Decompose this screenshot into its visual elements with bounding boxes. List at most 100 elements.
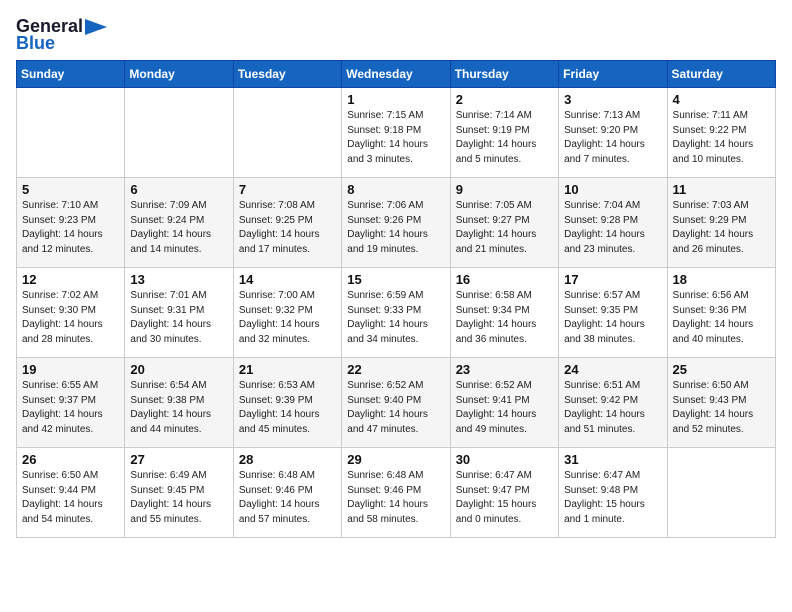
- calendar-empty-cell: [667, 448, 775, 538]
- calendar-day-14: 14Sunrise: 7:00 AM Sunset: 9:32 PM Dayli…: [233, 268, 341, 358]
- calendar-day-21: 21 Sunrise: 6:53 AM Sunset: 9:39 PM Dayli…: [233, 358, 341, 448]
- day-number: 2: [456, 92, 553, 107]
- calendar-day-17: 17 Sunrise: 6:57 AM Sunset: 9:35 PM Dayli…: [559, 268, 667, 358]
- day-number: 13: [130, 272, 227, 287]
- day-info: Sunrise: 6:47 AM Sunset: 9:48 PM Dayligh…: [564, 469, 661, 527]
- calendar-day-1: 1 Sunrise: 7:15 AM Sunset: 9:18 PM Daylig…: [342, 88, 450, 178]
- calendar-day-3: 3 Sunrise: 7:13 AM Sunset: 9:20 PM Daylig…: [559, 88, 667, 178]
- day-number: 28: [239, 452, 336, 467]
- weekday-header-sunday: Sunday: [17, 61, 125, 88]
- day-info: Sunrise: 7:08 AM Sunset: 9:25 PM Dayligh…: [239, 199, 336, 257]
- day-number: 23: [456, 362, 553, 377]
- day-number: 12: [22, 272, 119, 287]
- calendar-day-2: 2Sunrise: 7:14 AM Sunset: 9:19 PM Daylig…: [450, 88, 558, 178]
- day-info: Sunrise: 6:59 AM Sunset: 9:33 PM Dayligh…: [347, 289, 444, 347]
- calendar-day-29: 29 Sunrise: 6:48 AM Sunset: 9:46 PM Dayli…: [342, 448, 450, 538]
- day-info: Sunrise: 7:09 AM Sunset: 9:24 PM Dayligh…: [130, 199, 227, 257]
- day-number: 8: [347, 182, 444, 197]
- calendar-day-30: 30Sunrise: 6:47 AM Sunset: 9:47 PM Dayli…: [450, 448, 558, 538]
- weekday-header-saturday: Saturday: [667, 61, 775, 88]
- day-info: Sunrise: 6:57 AM Sunset: 9:35 PM Dayligh…: [564, 289, 661, 347]
- day-number: 27: [130, 452, 227, 467]
- calendar-day-28: 28 Sunrise: 6:48 AM Sunset: 9:46 PM Dayli…: [233, 448, 341, 538]
- day-number: 6: [130, 182, 227, 197]
- weekday-header-thursday: Thursday: [450, 61, 558, 88]
- calendar-day-23: 23 Sunrise: 6:52 AM Sunset: 9:41 PM Dayli…: [450, 358, 558, 448]
- day-info: Sunrise: 7:04 AM Sunset: 9:28 PM Dayligh…: [564, 199, 661, 257]
- day-info: Sunrise: 6:49 AM Sunset: 9:45 PM Dayligh…: [130, 469, 227, 527]
- page-header: General Blue: [16, 16, 776, 54]
- day-number: 19: [22, 362, 119, 377]
- calendar-week-row: 26 Sunrise: 6:50 AM Sunset: 9:44 PM Dayli…: [17, 448, 776, 538]
- day-info: Sunrise: 7:15 AM Sunset: 9:18 PM Dayligh…: [347, 109, 444, 167]
- day-info: Sunrise: 7:11 AM Sunset: 9:22 PM Dayligh…: [673, 109, 770, 167]
- day-info: Sunrise: 7:01 AM Sunset: 9:31 PM Dayligh…: [130, 289, 227, 347]
- day-info: Sunrise: 6:54 AM Sunset: 9:38 PM Dayligh…: [130, 379, 227, 437]
- day-number: 29: [347, 452, 444, 467]
- day-info: Sunrise: 7:03 AM Sunset: 9:29 PM Dayligh…: [673, 199, 770, 257]
- calendar-day-11: 11 Sunrise: 7:03 AM Sunset: 9:29 PM Dayli…: [667, 178, 775, 268]
- day-number: 3: [564, 92, 661, 107]
- logo-flag-icon: [85, 19, 107, 35]
- calendar-day-22: 22Sunrise: 6:52 AM Sunset: 9:40 PM Dayli…: [342, 358, 450, 448]
- weekday-header-friday: Friday: [559, 61, 667, 88]
- day-info: Sunrise: 7:05 AM Sunset: 9:27 PM Dayligh…: [456, 199, 553, 257]
- day-info: Sunrise: 6:52 AM Sunset: 9:40 PM Dayligh…: [347, 379, 444, 437]
- day-info: Sunrise: 6:55 AM Sunset: 9:37 PM Dayligh…: [22, 379, 119, 437]
- weekday-header-tuesday: Tuesday: [233, 61, 341, 88]
- day-number: 7: [239, 182, 336, 197]
- day-number: 24: [564, 362, 661, 377]
- day-info: Sunrise: 6:52 AM Sunset: 9:41 PM Dayligh…: [456, 379, 553, 437]
- calendar-day-5: 5Sunrise: 7:10 AM Sunset: 9:23 PM Daylig…: [17, 178, 125, 268]
- calendar-day-27: 27 Sunrise: 6:49 AM Sunset: 9:45 PM Dayli…: [125, 448, 233, 538]
- calendar-day-10: 10Sunrise: 7:04 AM Sunset: 9:28 PM Dayli…: [559, 178, 667, 268]
- day-number: 21: [239, 362, 336, 377]
- calendar-week-row: 19 Sunrise: 6:55 AM Sunset: 9:37 PM Dayli…: [17, 358, 776, 448]
- calendar-empty-cell: [17, 88, 125, 178]
- day-info: Sunrise: 7:00 AM Sunset: 9:32 PM Dayligh…: [239, 289, 336, 347]
- calendar-day-18: 18Sunrise: 6:56 AM Sunset: 9:36 PM Dayli…: [667, 268, 775, 358]
- day-info: Sunrise: 6:56 AM Sunset: 9:36 PM Dayligh…: [673, 289, 770, 347]
- day-info: Sunrise: 7:06 AM Sunset: 9:26 PM Dayligh…: [347, 199, 444, 257]
- day-number: 17: [564, 272, 661, 287]
- calendar-day-4: 4 Sunrise: 7:11 AM Sunset: 9:22 PM Daylig…: [667, 88, 775, 178]
- calendar-day-31: 31 Sunrise: 6:47 AM Sunset: 9:48 PM Dayli…: [559, 448, 667, 538]
- logo: General Blue: [16, 16, 109, 54]
- day-number: 31: [564, 452, 661, 467]
- calendar-day-26: 26 Sunrise: 6:50 AM Sunset: 9:44 PM Dayli…: [17, 448, 125, 538]
- day-info: Sunrise: 6:48 AM Sunset: 9:46 PM Dayligh…: [347, 469, 444, 527]
- day-number: 26: [22, 452, 119, 467]
- calendar-day-20: 20 Sunrise: 6:54 AM Sunset: 9:38 PM Dayli…: [125, 358, 233, 448]
- calendar-day-6: 6 Sunrise: 7:09 AM Sunset: 9:24 PM Daylig…: [125, 178, 233, 268]
- logo-blue-text: Blue: [16, 33, 55, 54]
- day-number: 9: [456, 182, 553, 197]
- calendar-day-15: 15Sunrise: 6:59 AM Sunset: 9:33 PM Dayli…: [342, 268, 450, 358]
- day-info: Sunrise: 7:13 AM Sunset: 9:20 PM Dayligh…: [564, 109, 661, 167]
- day-number: 11: [673, 182, 770, 197]
- calendar-day-24: 24 Sunrise: 6:51 AM Sunset: 9:42 PM Dayli…: [559, 358, 667, 448]
- calendar-week-row: 5Sunrise: 7:10 AM Sunset: 9:23 PM Daylig…: [17, 178, 776, 268]
- calendar-day-19: 19 Sunrise: 6:55 AM Sunset: 9:37 PM Dayli…: [17, 358, 125, 448]
- weekday-header-wednesday: Wednesday: [342, 61, 450, 88]
- day-info: Sunrise: 7:02 AM Sunset: 9:30 PM Dayligh…: [22, 289, 119, 347]
- calendar-day-12: 12 Sunrise: 7:02 AM Sunset: 9:30 PM Dayli…: [17, 268, 125, 358]
- day-number: 20: [130, 362, 227, 377]
- day-number: 1: [347, 92, 444, 107]
- day-number: 4: [673, 92, 770, 107]
- calendar-table: SundayMondayTuesdayWednesdayThursdayFrid…: [16, 60, 776, 538]
- weekday-header-row: SundayMondayTuesdayWednesdayThursdayFrid…: [17, 61, 776, 88]
- day-info: Sunrise: 6:50 AM Sunset: 9:44 PM Dayligh…: [22, 469, 119, 527]
- day-info: Sunrise: 6:51 AM Sunset: 9:42 PM Dayligh…: [564, 379, 661, 437]
- weekday-header-monday: Monday: [125, 61, 233, 88]
- calendar-day-16: 16Sunrise: 6:58 AM Sunset: 9:34 PM Dayli…: [450, 268, 558, 358]
- day-info: Sunrise: 6:48 AM Sunset: 9:46 PM Dayligh…: [239, 469, 336, 527]
- day-number: 25: [673, 362, 770, 377]
- day-info: Sunrise: 6:53 AM Sunset: 9:39 PM Dayligh…: [239, 379, 336, 437]
- calendar-week-row: 1 Sunrise: 7:15 AM Sunset: 9:18 PM Daylig…: [17, 88, 776, 178]
- calendar-day-13: 13 Sunrise: 7:01 AM Sunset: 9:31 PM Dayli…: [125, 268, 233, 358]
- day-number: 16: [456, 272, 553, 287]
- day-info: Sunrise: 6:50 AM Sunset: 9:43 PM Dayligh…: [673, 379, 770, 437]
- calendar-day-25: 25 Sunrise: 6:50 AM Sunset: 9:43 PM Dayli…: [667, 358, 775, 448]
- calendar-empty-cell: [125, 88, 233, 178]
- day-info: Sunrise: 6:47 AM Sunset: 9:47 PM Dayligh…: [456, 469, 553, 527]
